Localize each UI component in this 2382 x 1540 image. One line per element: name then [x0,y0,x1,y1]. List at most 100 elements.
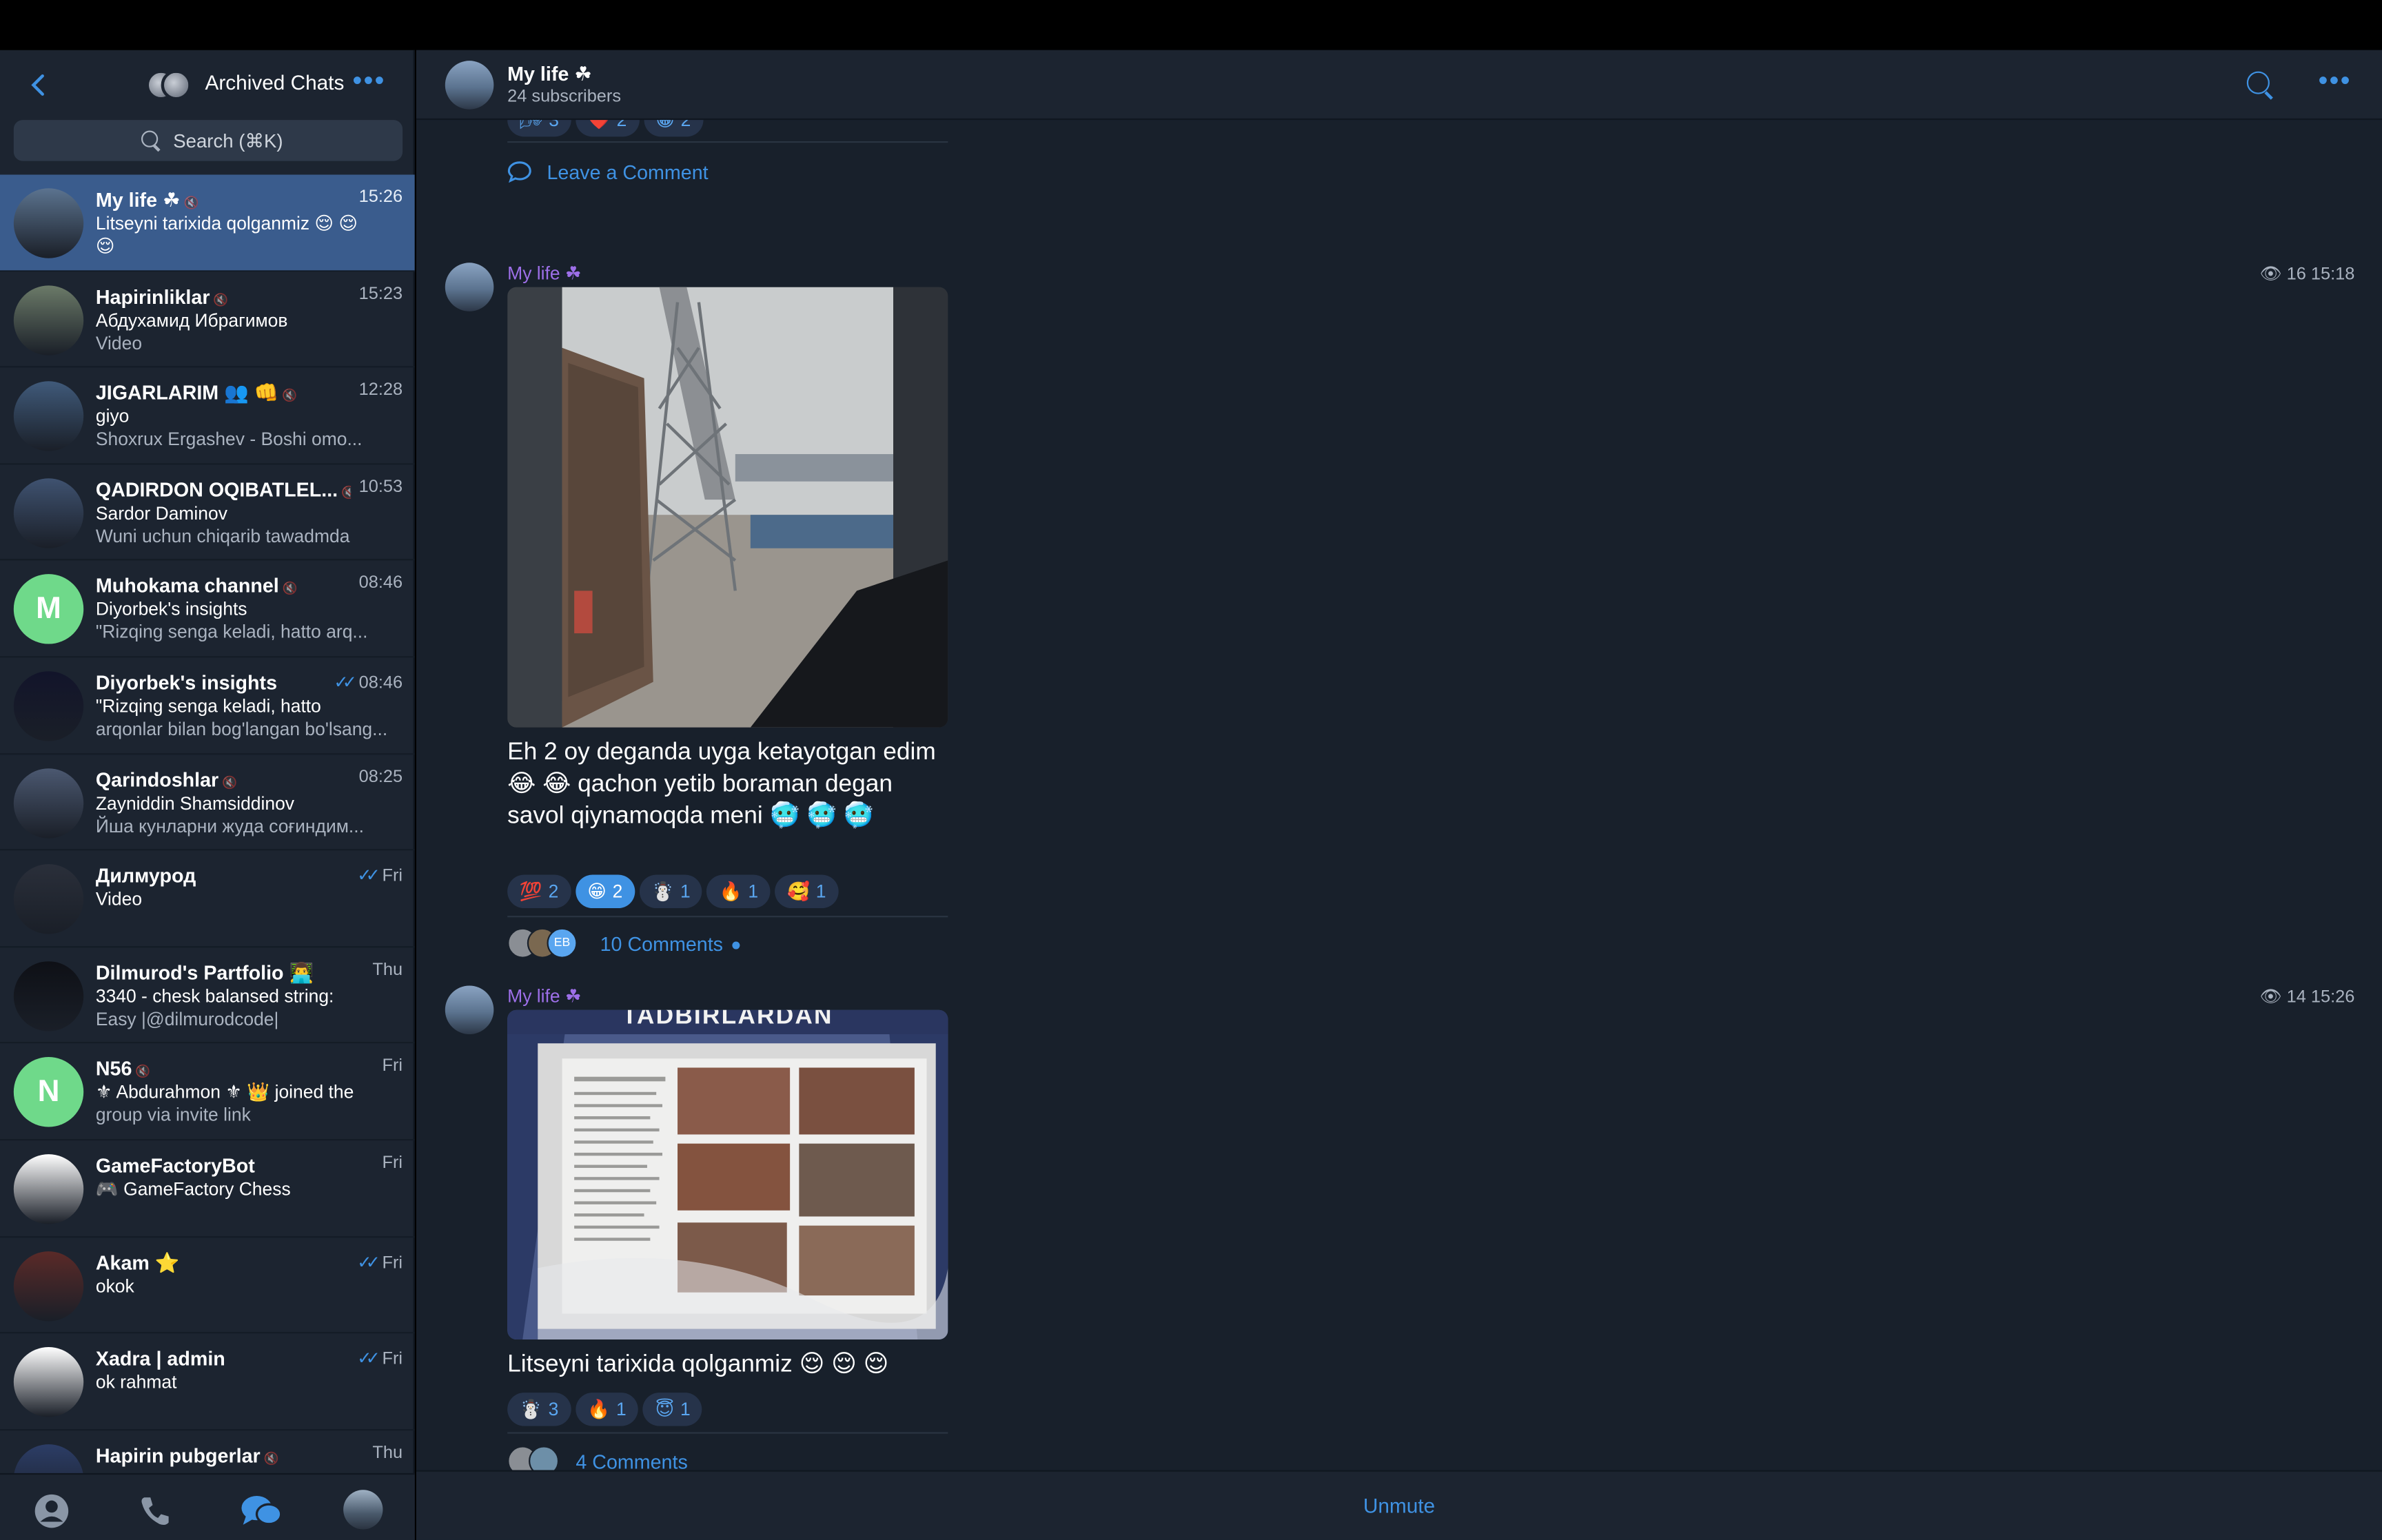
chat-preview-line1: ⚜ Abdurahmon ⚜ 👑 joined the [95,1082,354,1103]
reaction-emoji: 🥰 [786,881,810,903]
reaction-count: 1 [748,881,759,903]
chat-time-value: Fri [382,1350,403,1369]
reaction-emoji: ❤️ [587,120,611,131]
chat-item[interactable]: Hapirinliklar 🔇 15:23 Абдухамид Ибрагимов V… [0,271,415,368]
chat-avatar [13,478,84,548]
ellipsis-icon[interactable]: ••• [352,65,385,97]
chat-item[interactable]: My life ☘ 🔇 15:26 Litseyni tarixida qolgan… [0,174,415,271]
chat-name: My life ☘ 🔇 [95,188,199,212]
reaction-pill[interactable]: 🔥 1 [706,874,771,909]
post-photo[interactable]: TADBIRLARDAN [507,1009,948,1340]
reaction-pill[interactable]: ❤️ 2 [576,120,639,137]
chat-time: ✓✓ Fri [357,1251,403,1272]
chat-preview-line2: arqonlar bilan bog'langan bo'lsang... [95,718,388,740]
search-input[interactable]: Search (⌘K) [13,120,403,161]
chat-item[interactable]: M Muhokama channel 🔇 08:46 Diyorbek's insig… [0,561,415,658]
channel-subscribers: 24 subscribers [507,88,622,107]
chat-time: Fri [383,1154,403,1172]
search-icon[interactable] [2246,71,2270,94]
reaction-emoji: 💯 [519,881,542,903]
leave-comment-label: Leave a Comment [547,161,709,184]
muted-icon: 🔇 [218,775,238,790]
chat-item[interactable]: Xadra | admin ✓✓ Fri ok rahmat [0,1333,415,1430]
reaction-emoji: 🌬 [519,120,543,131]
chat-preview-line1: Sardor Daminov [95,502,227,524]
reaction-pill[interactable]: ☃️ 1 [639,874,703,909]
reaction-pill[interactable]: 😁 2 [643,120,703,137]
chat-time: Thu [372,1444,403,1461]
chat-preview-line2: Shoxrux Ergashev - Boshi omo... [95,428,363,450]
chat-name: Hapirin pubgerlar 🔇 [95,1444,279,1467]
chat-item[interactable]: JIGARLARIM 👥 👊 🔇 12:28 giyo Shoxrux Ergashe… [0,368,415,464]
chat-time: 12:28 [359,382,403,400]
chat-preview-line1: giyo [95,405,130,427]
chat-preview-line2: group via invite link [95,1105,251,1126]
chat-item[interactable]: Dilmurod's Partfolio 👨‍💻 Thu 3340 - chesk … [0,947,415,1044]
eye-icon: 👁 [2259,988,2282,1007]
contacts-icon[interactable] [33,1493,70,1528]
reaction-emoji: 🔥 [587,1398,611,1420]
back-chevron-icon[interactable] [28,68,58,101]
muted-icon: 🔇 [260,1451,279,1466]
post-text: Litseyni tarixida qolganmiz 😌 😌 😌 [507,1351,889,1378]
reaction-emoji: 😁 [655,120,675,131]
chat-time-value: 10:53 [358,478,403,497]
chat-time: Thu [372,961,403,979]
chat-time-value: 12:28 [358,381,403,400]
chat-preview-line2: 😌 [95,235,115,257]
post-meta: 👁 14 15:26 [2259,985,2354,1007]
chats-icon[interactable] [240,1493,283,1526]
reaction-pill[interactable]: ☃️ 3 [507,1393,571,1426]
chat-item[interactable]: Akam ⭐ ✓✓ Fri okok [0,1237,415,1334]
reaction-count: 1 [680,881,691,903]
channel-title[interactable]: My life ☘ [507,62,592,86]
post-meta: 👁 16 15:18 [2259,263,2354,284]
post-author[interactable]: My life ☘ [507,985,581,1007]
chat-item[interactable]: GameFactoryBot Fri 🎮 GameFactory Chess [0,1140,415,1238]
chat-name: Dilmurod's Partfolio 👨‍💻 [95,961,314,984]
channel-avatar[interactable] [445,61,494,110]
chat-item[interactable]: Qarindoshlar 🔇 08:25 Zayniddin Shamsiddino… [0,754,415,851]
reaction-pill[interactable]: 🌬 3 [507,120,571,137]
chat-time-value: 08:46 [358,674,403,693]
chat-preview-line1: Litseyni tarixida qolganmiz 😌 😌 [95,212,358,234]
chat-time: 08:25 [359,768,403,786]
reaction-pill[interactable]: 😁 2 [575,874,635,909]
chat-preview-line2: Video [95,331,143,353]
chat-item[interactable]: QADIRDON OQIBATLEL... 🔇 10:53 Sardor Damin… [0,464,415,562]
chat-avatar [13,285,84,355]
chat-time: 15:23 [359,285,403,302]
divider [507,1432,948,1434]
chat-preview-line1: Абдухамид Ибрагимов [95,309,288,331]
reaction-pill[interactable]: 🔥 1 [575,1393,639,1426]
chat-avatar [13,961,84,1031]
double-check-icon: ✓✓ [357,867,380,886]
post-avatar[interactable] [445,985,494,1034]
chat-item[interactable]: N N56 🔇 Fri ⚜ Abdurahmon ⚜ 👑 joined the grou… [0,1044,415,1141]
settings-avatar[interactable] [343,1490,383,1530]
chat-name: Qarindoshlar 🔇 [95,768,238,791]
ellipsis-icon[interactable]: ••• [2318,65,2351,97]
chat-avatar [13,1153,84,1224]
reaction-pill[interactable]: 🥰 1 [775,874,839,909]
chat-time: ✓✓ Fri [357,864,403,885]
reaction-count: 1 [680,1398,691,1420]
chat-avatar [13,1444,84,1473]
reaction-pill[interactable]: 💯 2 [507,874,571,909]
reaction-pill[interactable]: 😇 1 [642,1393,703,1426]
archived-stack-avatar [145,67,192,103]
search-icon [141,130,159,147]
post-author[interactable]: My life ☘ [507,263,581,284]
double-check-icon: ✓✓ [357,1253,380,1273]
post-photo[interactable] [507,287,948,728]
chat-item[interactable]: Diyorbek's insights ✓✓ 08:46 "Rizqing seng… [0,657,415,754]
reaction-count: 2 [548,881,559,903]
post-reactions: ☃️ 3 🔥 1 😇 1 [507,1393,707,1426]
system-top-bar [0,0,2382,50]
calls-icon[interactable] [136,1493,173,1526]
unmute-button[interactable]: Unmute [416,1495,2382,1517]
chat-name: Akam ⭐ [95,1251,180,1274]
chat-item[interactable]: Дилмурод ✓✓ Fri Video [0,851,415,947]
post-avatar[interactable] [445,263,494,311]
chat-item[interactable]: Hapirin pubgerlar 🔇 Thu [0,1430,415,1473]
